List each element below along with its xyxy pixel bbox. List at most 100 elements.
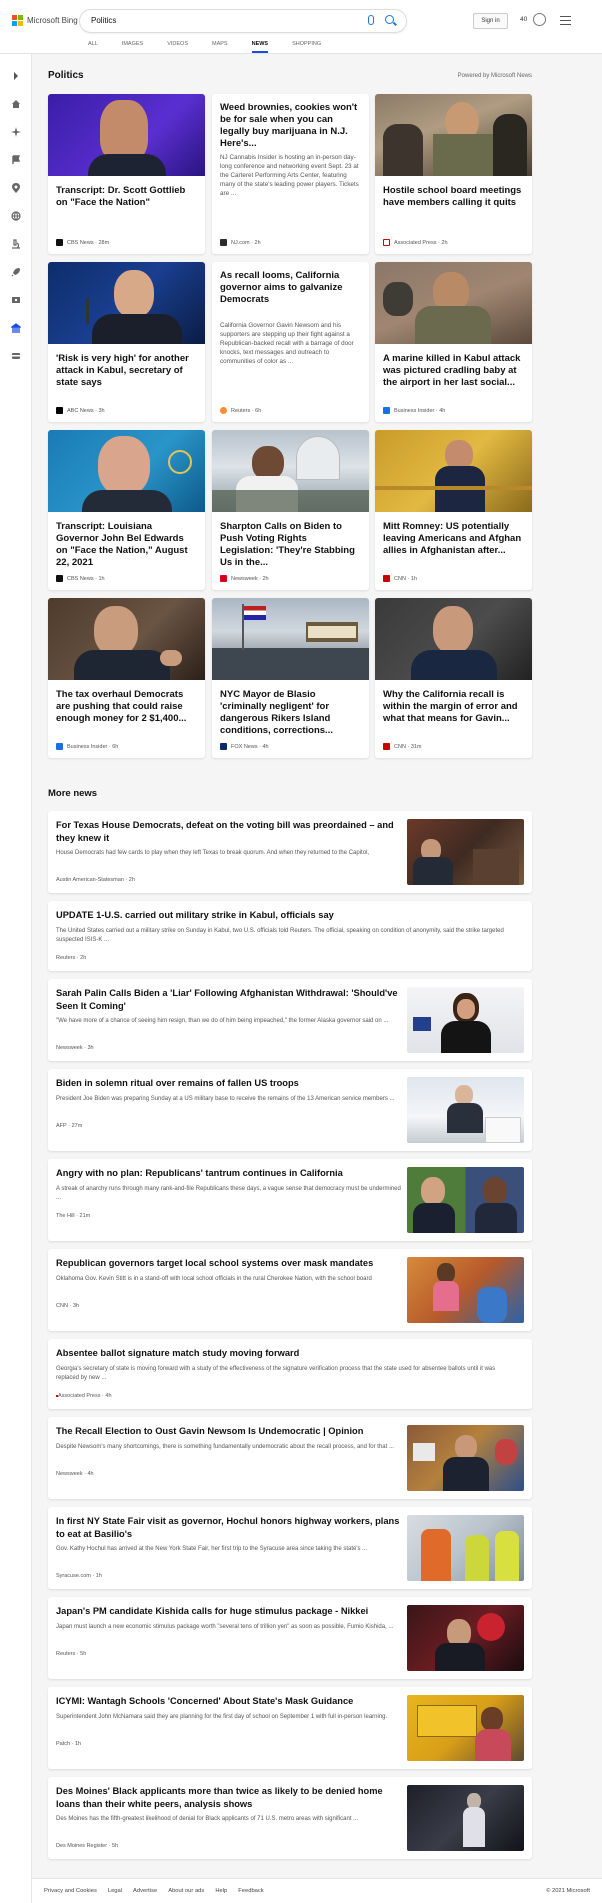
- bing-logo[interactable]: Microsoft Bing: [12, 15, 78, 26]
- njcom-logo-icon: [220, 239, 227, 246]
- tab-shopping[interactable]: SHOPPING: [292, 41, 321, 53]
- card-title[interactable]: Weed brownies, cookies won't be for sale…: [220, 102, 361, 150]
- row-source: Patch · 1h: [56, 1741, 82, 1747]
- row-title[interactable]: In first NY State Fair visit as governor…: [56, 1515, 401, 1540]
- tab-videos[interactable]: VIDEOS: [167, 41, 188, 53]
- card-image: [48, 262, 205, 344]
- rewards-count[interactable]: 40: [520, 16, 527, 23]
- news-row[interactable]: UPDATE 1-U.S. carried out military strik…: [48, 901, 532, 971]
- row-title[interactable]: The Recall Election to Oust Gavin Newsom…: [56, 1425, 401, 1438]
- row-image: [407, 819, 524, 885]
- copyright: © 2021 Microsoft: [546, 1888, 590, 1894]
- card-image: [48, 430, 205, 512]
- row-title[interactable]: Angry with no plan: Republicans' tantrum…: [56, 1167, 401, 1180]
- news-card[interactable]: Why the California recall is within the …: [375, 598, 532, 758]
- news-row[interactable]: Des Moines' Black applicants more than t…: [48, 1777, 532, 1859]
- news-row[interactable]: Biden in solemn ritual over remains of f…: [48, 1069, 532, 1151]
- microscope-icon[interactable]: [11, 236, 21, 249]
- location-pin-icon[interactable]: [11, 180, 21, 193]
- news-row[interactable]: Sarah Palin Calls Biden a 'Liar' Followi…: [48, 979, 532, 1061]
- tab-all[interactable]: ALL: [88, 41, 98, 53]
- card-title[interactable]: A marine killed in Kabul attack was pict…: [383, 353, 524, 389]
- footer-link[interactable]: Legal: [108, 1888, 122, 1894]
- row-title[interactable]: Biden in solemn ritual over remains of f…: [56, 1077, 401, 1090]
- footer-link[interactable]: Advertise: [133, 1888, 157, 1894]
- row-title[interactable]: For Texas House Democrats, defeat on the…: [56, 819, 394, 844]
- row-image: [407, 1167, 524, 1233]
- card-title[interactable]: Mitt Romney: US potentially leaving Amer…: [383, 521, 524, 557]
- card-title[interactable]: 'Risk is very high' for another attack i…: [56, 353, 197, 389]
- sign-in-button[interactable]: Sign in: [473, 13, 508, 29]
- footer-link[interactable]: Help: [215, 1888, 227, 1894]
- card-title[interactable]: NYC Mayor de Blasio 'criminally negligen…: [220, 689, 361, 737]
- card-title[interactable]: Transcript: Dr. Scott Gottlieb on "Face …: [56, 185, 197, 209]
- news-card[interactable]: As recall looms, California governor aim…: [212, 262, 369, 422]
- news-card[interactable]: 'Risk is very high' for another attack i…: [48, 262, 205, 422]
- news-row[interactable]: In first NY State Fair visit as governor…: [48, 1507, 532, 1589]
- row-title[interactable]: UPDATE 1-U.S. carried out military strik…: [56, 909, 516, 922]
- row-snippet: Georgia's secretary of state is moving f…: [56, 1366, 496, 1381]
- footer-link[interactable]: About our ads: [168, 1888, 204, 1894]
- news-row[interactable]: The Recall Election to Oust Gavin Newsom…: [48, 1417, 532, 1499]
- home-icon[interactable]: [11, 96, 21, 108]
- row-image: [407, 987, 524, 1053]
- flag-icon[interactable]: [11, 152, 21, 164]
- news-row[interactable]: Republican governors target local school…: [48, 1249, 532, 1331]
- card-image: [212, 598, 369, 680]
- search-input[interactable]: Politics: [91, 16, 116, 25]
- card-title[interactable]: Hostile school board meetings have membe…: [383, 185, 524, 209]
- card-title[interactable]: Why the California recall is within the …: [383, 689, 524, 725]
- microphone-icon[interactable]: [368, 15, 374, 25]
- rewards-icon[interactable]: [533, 13, 546, 26]
- news-row[interactable]: Japan's PM candidate Kishida calls for h…: [48, 1597, 532, 1679]
- powered-by[interactable]: Powered by Microsoft News: [458, 73, 532, 79]
- news-card[interactable]: Mitt Romney: US potentially leaving Amer…: [375, 430, 532, 590]
- tab-news[interactable]: NEWS: [251, 41, 269, 53]
- expand-chevron-icon[interactable]: [11, 68, 21, 80]
- row-image: [407, 1515, 524, 1581]
- tab-maps[interactable]: MAPS: [212, 41, 228, 53]
- footer-link[interactable]: Privacy and Cookies: [44, 1888, 97, 1894]
- row-title[interactable]: Sarah Palin Calls Biden a 'Liar' Followi…: [56, 987, 401, 1012]
- search-tabs: ALL IMAGES VIDEOS MAPS NEWS SHOPPING: [88, 41, 345, 53]
- money-icon[interactable]: [11, 348, 21, 359]
- globe-icon[interactable]: [11, 208, 21, 221]
- news-card[interactable]: Weed brownies, cookies won't be for sale…: [212, 94, 369, 254]
- news-card[interactable]: NYC Mayor de Blasio 'criminally negligen…: [212, 598, 369, 758]
- more-news-heading: More news: [48, 788, 98, 799]
- row-title[interactable]: Absentee ballot signature match study mo…: [56, 1347, 516, 1360]
- row-title[interactable]: ICYMI: Wantagh Schools 'Concerned' About…: [56, 1695, 401, 1708]
- hamburger-menu-icon[interactable]: [560, 16, 571, 25]
- card-title[interactable]: Sharpton Calls on Biden to Push Voting R…: [220, 521, 361, 569]
- news-row[interactable]: Absentee ballot signature match study mo…: [48, 1339, 532, 1409]
- news-card[interactable]: Hostile school board meetings have membe…: [375, 94, 532, 254]
- news-card[interactable]: Transcript: Louisiana Governor John Bel …: [48, 430, 205, 590]
- news-card[interactable]: A marine killed in Kabul attack was pict…: [375, 262, 532, 422]
- sparkle-icon[interactable]: [11, 124, 21, 137]
- row-snippet: President Joe Biden was preparing Sunday…: [56, 1096, 395, 1102]
- film-icon[interactable]: [11, 292, 21, 303]
- card-title[interactable]: Transcript: Louisiana Governor John Bel …: [56, 521, 197, 569]
- politics-capitol-icon[interactable]: [10, 320, 22, 333]
- news-row[interactable]: ICYMI: Wantagh Schools 'Concerned' About…: [48, 1687, 532, 1769]
- row-title[interactable]: Republican governors target local school…: [56, 1257, 401, 1270]
- news-row[interactable]: Angry with no plan: Republicans' tantrum…: [48, 1159, 532, 1241]
- row-snippet: "We have more of a chance of seeing him …: [56, 1018, 389, 1024]
- card-title[interactable]: The tax overhaul Democrats are pushing t…: [56, 689, 197, 725]
- search-box[interactable]: Politics: [80, 10, 406, 32]
- news-row[interactable]: For Texas House Democrats, defeat on the…: [48, 811, 532, 893]
- row-image: [407, 1605, 524, 1671]
- row-source: Newsweek · 4h: [56, 1471, 94, 1477]
- row-title[interactable]: Japan's PM candidate Kishida calls for h…: [56, 1605, 401, 1618]
- footer-link[interactable]: Feedback: [238, 1888, 263, 1894]
- news-card[interactable]: The tax overhaul Democrats are pushing t…: [48, 598, 205, 758]
- card-image: [48, 94, 205, 176]
- news-card[interactable]: Sharpton Calls on Biden to Push Voting R…: [212, 430, 369, 590]
- rocket-icon[interactable]: [11, 264, 21, 277]
- tab-images[interactable]: IMAGES: [122, 41, 143, 53]
- card-source: CBS News · 1h: [56, 575, 105, 582]
- news-card[interactable]: Transcript: Dr. Scott Gottlieb on "Face …: [48, 94, 205, 254]
- row-title[interactable]: Des Moines' Black applicants more than t…: [56, 1785, 401, 1810]
- card-title[interactable]: As recall looms, California governor aim…: [220, 270, 361, 306]
- search-icon[interactable]: [385, 15, 394, 24]
